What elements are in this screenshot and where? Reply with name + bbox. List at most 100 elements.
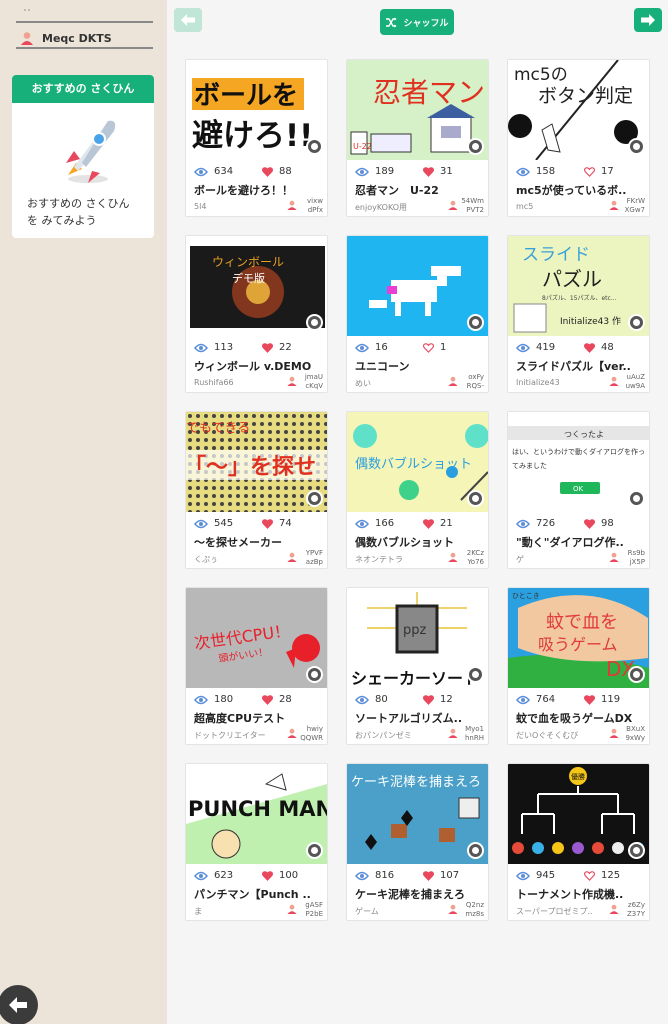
project-stats: 158 17 <box>516 166 614 177</box>
heart-icon[interactable] <box>262 166 273 177</box>
shuffle-button[interactable]: シャッフル <box>380 9 454 35</box>
like-count: 31 <box>440 166 453 177</box>
heart-icon[interactable] <box>584 870 595 881</box>
eye-icon <box>194 519 208 528</box>
heart-icon[interactable] <box>262 870 273 881</box>
gear-icon[interactable] <box>306 138 323 155</box>
prev-page-button[interactable] <box>174 8 202 32</box>
user-avatar-icon <box>287 376 297 386</box>
project-author[interactable]: くぷぅ <box>194 554 276 565</box>
project-author[interactable]: ドットクリエイター <box>194 730 276 741</box>
gear-icon[interactable] <box>306 314 323 331</box>
project-card[interactable]: スライド パズル 8パズル、15パズル、etc… Initialize43 作 … <box>507 235 650 393</box>
eye-icon <box>355 871 369 880</box>
project-card[interactable]: ひとこき 蚊で血を 吸うゲーム DX 764 119 蚊で血を吸うゲームDX だ… <box>507 587 650 745</box>
user-avatar-icon <box>448 552 458 562</box>
project-card[interactable]: 忍者マン U-22 189 31 忍者マン U-22 enjoyKOKO用 54… <box>346 59 489 217</box>
project-author[interactable]: めい <box>355 378 437 389</box>
gear-icon[interactable] <box>628 842 645 859</box>
view-count: 764 <box>536 694 556 705</box>
project-title[interactable]: パンチマン【Punch .. <box>194 886 324 902</box>
project-card[interactable]: 偶数バブルショット 166 21 偶数バブルショット ネオンテトラ 2KCz Y… <box>346 411 489 569</box>
project-author[interactable]: スーパープロゼミプ.. <box>516 906 598 917</box>
user-avatar-icon <box>21 32 33 45</box>
gear-icon[interactable] <box>467 138 484 155</box>
user-row[interactable]: Meqc DKTS <box>20 31 112 45</box>
next-page-button[interactable] <box>634 8 662 32</box>
project-card[interactable]: mc5の ボタン判定 158 17 mc5が使っているボ.. mc5 FKrW … <box>507 59 650 217</box>
project-author[interactable]: ま <box>194 906 276 917</box>
heart-icon[interactable] <box>262 694 273 705</box>
project-title[interactable]: トーナメント作成機.. <box>516 886 646 902</box>
project-card[interactable]: PUNCH MAN 623 100 パンチマン【Punch .. ま gASF … <box>185 763 328 921</box>
heart-icon[interactable] <box>262 342 273 353</box>
project-title[interactable]: "動く"ダイアログ作.. <box>516 534 646 550</box>
heart-icon[interactable] <box>584 518 595 529</box>
project-title[interactable]: スライドパズル【ver.. <box>516 358 646 374</box>
thumb-text: ppz <box>403 623 427 638</box>
project-card[interactable]: つくったよ はい、というわけで動くダイアログを作っ てみました OK 726 9… <box>507 411 650 569</box>
back-button[interactable] <box>0 985 38 1024</box>
project-card[interactable]: ケーキ泥棒を捕まえろ 816 107 ケーキ泥棒を捕まえろ ゲーム Q2nz m… <box>346 763 489 921</box>
thumb-text: ケーキ泥棒を捕まえろ <box>351 774 481 790</box>
gear-icon[interactable] <box>467 842 484 859</box>
gear-icon[interactable] <box>467 666 484 683</box>
project-title[interactable]: 忍者マン U-22 <box>355 182 485 198</box>
project-author[interactable]: mc5 <box>516 202 598 211</box>
project-code-line1: oxFy <box>468 373 484 381</box>
thumb-badge: U-22 <box>353 142 372 151</box>
project-title[interactable]: ウィンボール v.DEMO <box>194 358 324 374</box>
gear-icon[interactable] <box>628 138 645 155</box>
project-card[interactable]: ウィンボール デモ版 113 22 ウィンボール v.DEMO Rushifa6… <box>185 235 328 393</box>
gear-icon[interactable] <box>306 490 323 507</box>
project-author[interactable]: おパンパンゼミ <box>355 730 437 741</box>
project-card[interactable]: ボールを 避けろ!! 634 88 ボールを避けろ！！ 5l4 vixw dPf… <box>185 59 328 217</box>
heart-icon[interactable] <box>423 166 434 177</box>
gear-icon[interactable] <box>628 666 645 683</box>
gear-icon[interactable] <box>628 490 645 507</box>
project-title[interactable]: ケーキ泥棒を捕まえろ <box>355 886 485 902</box>
gear-icon[interactable] <box>306 666 323 683</box>
project-stats: 189 31 <box>355 166 453 177</box>
eye-icon <box>516 871 530 880</box>
project-title[interactable]: ユニコーン <box>355 358 485 374</box>
heart-icon[interactable] <box>584 342 595 353</box>
gear-icon[interactable] <box>628 314 645 331</box>
project-author[interactable]: ゲ <box>516 554 598 565</box>
heart-icon[interactable] <box>423 518 434 529</box>
project-author[interactable]: 5l4 <box>194 202 276 211</box>
gear-icon[interactable] <box>467 490 484 507</box>
project-author[interactable]: ネオンテトラ <box>355 554 437 565</box>
project-title[interactable]: 〜を探せメーカー <box>194 534 324 550</box>
project-card[interactable]: ppz シェーカーソート 80 12 ソートアルゴリズム.. おパンパンゼミ M… <box>346 587 489 745</box>
heart-icon[interactable] <box>584 166 595 177</box>
gear-icon[interactable] <box>306 842 323 859</box>
project-code-line2: cKqV <box>305 382 323 390</box>
project-title[interactable]: mc5が使っているボ.. <box>516 182 646 198</box>
project-author[interactable]: だいOぐそくむび <box>516 730 598 741</box>
eye-icon <box>516 519 530 528</box>
project-title[interactable]: 偶数バブルショット <box>355 534 485 550</box>
project-title[interactable]: ボールを避けろ！！ <box>194 182 324 198</box>
recommended-card[interactable]: おすすめの さくひん おすすめの さくひん を みてみよう <box>12 75 154 238</box>
project-card[interactable]: 次世代CPU！ 頭がいい！ 180 28 超高度CPUテスト ドットクリエイター <box>185 587 328 745</box>
project-author[interactable]: ゲーム <box>355 906 437 917</box>
project-author[interactable]: enjoyKOKO用 <box>355 202 437 213</box>
project-author[interactable]: Initialize43 <box>516 378 598 387</box>
project-card[interactable]: でもできる 「〜」を探せ 545 74 〜を探せメーカー くぷぅ YPVF az… <box>185 411 328 569</box>
recommended-text-line2: を みてみよう <box>27 214 97 227</box>
gear-icon[interactable] <box>467 314 484 331</box>
heart-icon[interactable] <box>423 870 434 881</box>
heart-icon[interactable] <box>584 694 595 705</box>
project-card[interactable]: 優勝 945 125 トーナメント作成機.. スーパープロゼミプ.. z6Zy … <box>507 763 650 921</box>
heart-icon[interactable] <box>423 342 434 353</box>
project-title[interactable]: ソートアルゴリズム.. <box>355 710 485 726</box>
heart-icon[interactable] <box>262 518 273 529</box>
like-count: 22 <box>279 342 292 353</box>
project-code: Myo1 hnRH <box>465 725 484 743</box>
project-author[interactable]: Rushifa66 <box>194 378 276 387</box>
project-title[interactable]: 蚊で血を吸うゲームDX <box>516 710 646 726</box>
project-title[interactable]: 超高度CPUテスト <box>194 710 324 726</box>
heart-icon[interactable] <box>423 694 434 705</box>
project-card[interactable]: 16 1 ユニコーン めい oxFy RQS- <box>346 235 489 393</box>
